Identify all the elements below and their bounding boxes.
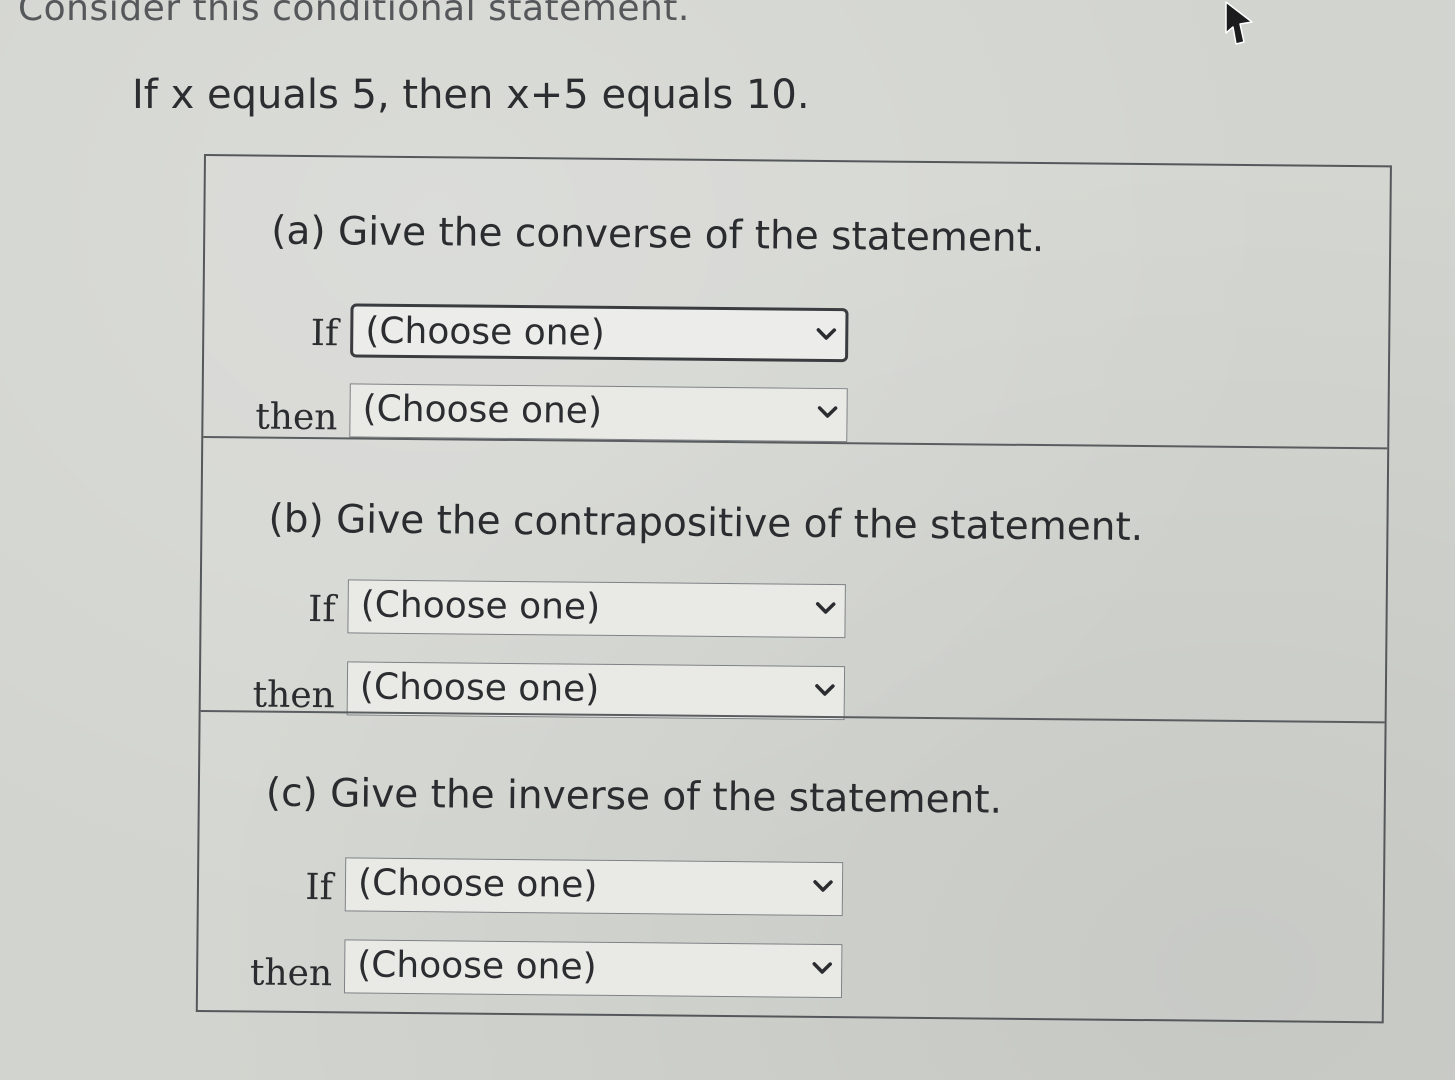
conditional-statement: If x equals 5, then x+5 equals 10.	[132, 72, 810, 118]
part-a-then-select[interactable]: (Choose one)	[349, 383, 848, 443]
part-c-inverse: (c) Give the inverse of the statement. I…	[197, 709, 1385, 1022]
part-c-if-row: If	[199, 858, 334, 915]
chevron-down-icon	[816, 328, 837, 340]
part-b-heading: (b) Give the contrapositive of the state…	[268, 496, 1144, 551]
then-label: then	[255, 396, 338, 439]
chevron-down-icon	[815, 602, 836, 614]
select-value: (Choose one)	[360, 584, 601, 628]
if-label: If	[305, 867, 334, 909]
intro-text: Consider this conditional statement.	[18, 0, 690, 29]
chevron-down-icon	[813, 880, 833, 892]
part-b-contrapositive: (b) Give the contrapositive of the state…	[200, 436, 1388, 722]
select-value: (Choose one)	[357, 862, 598, 906]
part-c-if-select[interactable]: (Choose one)	[344, 857, 844, 917]
select-value: (Choose one)	[359, 666, 600, 710]
part-c-then-select[interactable]: (Choose one)	[343, 939, 843, 999]
chevron-down-icon	[815, 684, 835, 696]
question-panel: (a) Give the converse of the statement. …	[195, 154, 1392, 1024]
select-value: (Choose one)	[357, 944, 597, 988]
if-label: If	[307, 589, 336, 631]
mouse-cursor-icon	[1225, 1, 1253, 45]
chevron-down-icon	[817, 406, 838, 418]
select-value: (Choose one)	[365, 310, 605, 354]
part-a-if-select[interactable]: (Choose one)	[350, 303, 849, 363]
part-a-converse: (a) Give the converse of the statement. …	[203, 156, 1390, 447]
part-a-if-row: If	[204, 304, 339, 361]
part-a-heading: (a) Give the converse of the statement.	[271, 208, 1045, 262]
part-b-if-row: If	[201, 580, 336, 637]
part-c-heading: (c) Give the inverse of the statement.	[265, 770, 1003, 823]
part-b-if-select[interactable]: (Choose one)	[347, 579, 846, 639]
if-label: If	[310, 313, 339, 355]
then-label: then	[249, 952, 333, 995]
part-c-then-row: then	[198, 944, 333, 1001]
select-value: (Choose one)	[362, 388, 603, 432]
chevron-down-icon	[812, 962, 833, 974]
